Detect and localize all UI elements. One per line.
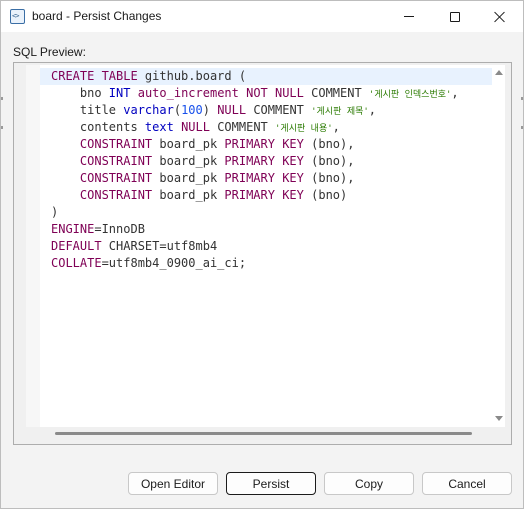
code-token: contents [51,120,145,134]
code-token: ENGINE [51,222,95,236]
code-token: CONSTRAINT [79,171,153,185]
code-token: auto_increment NOT NULL [137,86,304,100]
code-line: DEFAULT CHARSET=utf8mb4 [40,238,492,255]
code-token: board_pk [152,154,225,168]
code-token: (bno), [303,171,355,185]
persist-button[interactable]: Persist [226,472,316,495]
code-token: board_pk [152,171,225,185]
code-token: '게시판 내용' [275,124,333,134]
sql-preview-panel: CREATE TABLE github.board ( bno INT auto… [13,62,512,445]
code-token: =InnoDB [94,222,145,236]
code-token: COMMENT [246,103,312,117]
code-token: title [51,103,124,117]
code-line: CONSTRAINT board_pk PRIMARY KEY (bno) [40,187,492,204]
minimize-button[interactable] [386,1,432,32]
code-line: CREATE TABLE github.board ( [40,68,492,85]
code-token: PRIMARY KEY [224,171,304,185]
code-token: NULL [217,103,247,117]
title-bar[interactable]: board - Persist Changes [1,1,523,32]
code-token: 100 [181,103,203,117]
code-line: CONSTRAINT board_pk PRIMARY KEY (bno), [40,170,492,187]
window-title: board - Persist Changes [32,9,162,23]
copy-button[interactable]: Copy [324,472,414,495]
code-line: ) [40,204,492,221]
code-token: (bno), [303,137,355,151]
code-token: '게시판 인덱스번호' [368,90,452,100]
code-token: (bno), [303,154,355,168]
code-line: bno INT auto_increment NOT NULL COMMENT … [40,85,492,102]
horizontal-scrollbar-thumb[interactable] [55,432,472,435]
code-token: PRIMARY KEY [224,154,304,168]
code-token: CHARSET=utf8mb4 [101,239,218,253]
editor-gutter [26,65,40,427]
resize-edge-mark [521,97,523,100]
code-token: ) [51,205,59,219]
resize-edge-mark [1,126,3,129]
minimize-icon [404,16,414,17]
code-line: title varchar(100) NULL COMMENT '게시판 제목'… [40,102,492,119]
code-line: CONSTRAINT board_pk PRIMARY KEY (bno), [40,153,492,170]
code-token: CONSTRAINT [79,188,153,202]
code-token: COMMENT [209,120,275,134]
sql-editor[interactable]: CREATE TABLE github.board ( bno INT auto… [26,65,505,427]
code-token: ( [173,103,182,117]
code-token: , [368,103,377,117]
code-token: COLLATE [51,256,102,270]
maximize-icon [450,11,460,22]
close-icon [494,11,506,23]
code-token: PRIMARY KEY [224,188,304,202]
code-token: PRIMARY KEY [224,137,304,151]
code-token: DEFAULT [51,239,102,253]
code-token: =utf8mb4_0900_ai_ci; [101,256,247,270]
code-token: bno [51,86,109,100]
code-token: CONSTRAINT [79,137,153,151]
code-token: COMMENT [303,86,369,100]
resize-edge-mark [521,126,523,129]
code-line: ENGINE=InnoDB [40,221,492,238]
open-editor-button[interactable]: Open Editor [128,472,218,495]
code-token: ) [202,103,218,117]
code-token: text [144,120,174,134]
code-token: CONSTRAINT [79,154,153,168]
code-token: (bno) [303,188,348,202]
code-token: , [332,120,340,134]
code-line: CONSTRAINT board_pk PRIMARY KEY (bno), [40,136,492,153]
code-token: , [451,86,459,100]
code-token: github.board ( [137,69,247,83]
code-token: CREATE TABLE [51,69,138,83]
close-button[interactable] [477,1,523,32]
vertical-scrollbar[interactable] [492,65,505,427]
persist-changes-dialog: board - Persist Changes SQL Preview: CRE… [0,0,524,509]
code-token: INT [108,86,131,100]
sql-preview-label: SQL Preview: [13,45,86,59]
code-token: board_pk [152,188,225,202]
code-token: '게시판 제목' [311,107,369,117]
resize-edge-mark [1,97,3,100]
code-token: varchar [123,103,174,117]
scroll-up-arrow-icon[interactable] [495,70,503,75]
code-line: COLLATE=utf8mb4_0900_ai_ci; [40,255,492,272]
maximize-button[interactable] [432,1,478,32]
code-file-icon [10,9,25,24]
code-token: NULL [181,120,210,134]
code-line: contents text NULL COMMENT '게시판 내용', [40,119,492,136]
sql-code[interactable]: CREATE TABLE github.board ( bno INT auto… [40,68,492,272]
scroll-down-arrow-icon[interactable] [495,416,503,421]
code-token: board_pk [152,137,225,151]
cancel-button[interactable]: Cancel [422,472,512,495]
